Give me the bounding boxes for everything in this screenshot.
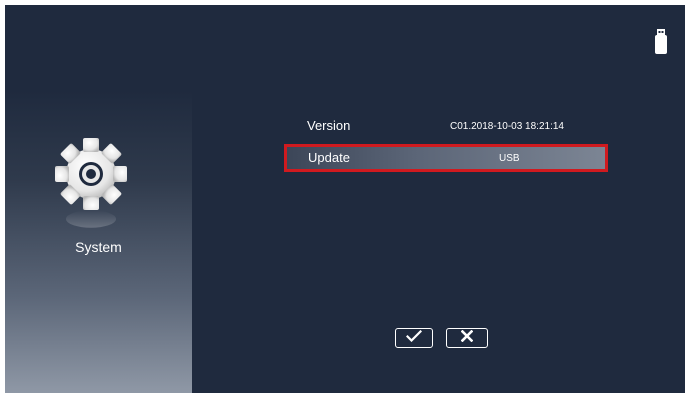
version-row[interactable]: Version C01.2018-10-03 18:21:14 [282,112,610,140]
update-label: Update [308,150,350,165]
sidebar-label: System [75,239,122,255]
usb-drive-icon [654,29,668,55]
update-row[interactable]: Update USB [284,144,608,172]
system-settings-screen: System Version C01.2018-10-03 18:21:14 U… [5,5,685,393]
cancel-button[interactable] [446,328,488,348]
version-label: Version [307,118,351,133]
confirm-button[interactable] [395,328,433,348]
checkmark-icon [405,329,423,347]
update-value: USB [499,153,520,164]
version-value: C01.2018-10-03 18:21:14 [450,121,564,132]
x-icon [460,329,474,347]
gear-icon [49,133,133,233]
sidebar: System [5,5,192,393]
